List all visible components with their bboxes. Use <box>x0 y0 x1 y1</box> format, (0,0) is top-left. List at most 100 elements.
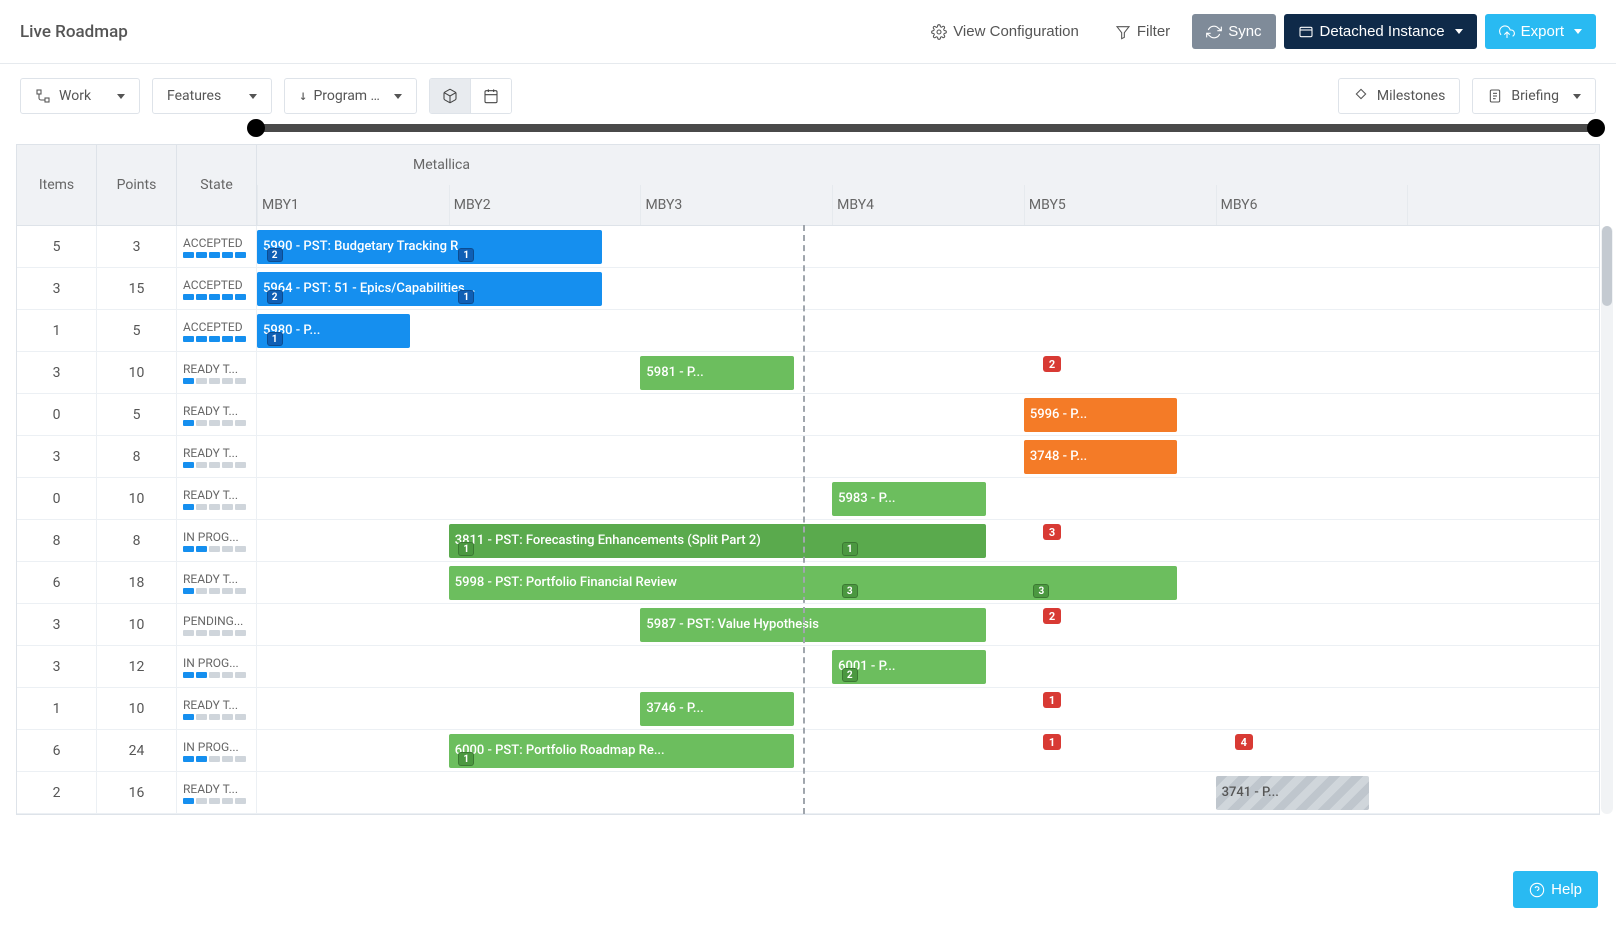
roadmap-bar[interactable]: 6000 - PST: Portfolio Roadmap Re...1 <box>449 734 794 768</box>
cell-points: 10 <box>97 604 177 645</box>
roadmap-bar[interactable]: 5981 - P... <box>640 356 793 390</box>
column-header-points: Points <box>97 145 176 225</box>
row-timeline: 3811 - PST: Forecasting Enhancements (Sp… <box>257 520 1599 561</box>
state-label: READY T... <box>183 404 250 418</box>
cloud-upload-icon <box>1499 24 1515 40</box>
view-mode-toggle[interactable] <box>429 78 512 114</box>
dependency-badge[interactable]: 4 <box>1235 734 1253 750</box>
page-title: Live Roadmap <box>20 22 128 42</box>
scrollbar-thumb[interactable] <box>1602 226 1612 306</box>
cell-state: READY T... <box>177 772 257 813</box>
cell-state: READY T... <box>177 394 257 435</box>
progress-segments <box>183 588 246 594</box>
sync-button[interactable]: Sync <box>1192 14 1275 49</box>
column-header-items: Items <box>17 145 96 225</box>
clipboard-icon <box>1487 88 1503 104</box>
progress-segments <box>183 294 246 300</box>
roadmap-bar[interactable]: 5990 - PST: Budgetary Tracking R...21 <box>257 230 602 264</box>
milestone-icon <box>1353 88 1369 104</box>
timeline-range-slider[interactable] <box>256 124 1596 132</box>
roadmap-bar[interactable]: 3811 - PST: Forecasting Enhancements (Sp… <box>449 524 986 558</box>
calendar-icon <box>483 88 499 104</box>
cell-points: 8 <box>97 436 177 477</box>
cell-items: 6 <box>17 730 97 771</box>
table-row: 53ACCEPTED5990 - PST: Budgetary Tracking… <box>17 226 1599 268</box>
row-timeline: 5996 - P... <box>257 394 1599 435</box>
cell-state: READY T... <box>177 688 257 729</box>
progress-segments <box>183 714 246 720</box>
cell-items: 1 <box>17 688 97 729</box>
work-dropdown[interactable]: Work <box>20 78 140 114</box>
help-button[interactable]: Help <box>1513 871 1598 908</box>
state-label: IN PROG... <box>183 530 250 544</box>
chevron-down-icon <box>1455 29 1463 34</box>
sprint-header: MBY2 <box>449 185 641 225</box>
funnel-icon <box>1115 24 1131 40</box>
progress-segments <box>183 336 246 342</box>
milestones-dropdown[interactable]: Milestones <box>1338 78 1461 114</box>
cell-items: 3 <box>17 352 97 393</box>
briefing-dropdown[interactable]: Briefing <box>1472 78 1596 114</box>
state-label: ACCEPTED <box>183 278 250 292</box>
bar-badge: 2 <box>842 668 858 682</box>
table-row: 624IN PROG...6000 - PST: Portfolio Roadm… <box>17 730 1599 772</box>
chevron-down-icon <box>249 94 257 99</box>
table-row: 05READY T...5996 - P... <box>17 394 1599 436</box>
state-label: READY T... <box>183 362 250 376</box>
state-label: IN PROG... <box>183 740 250 754</box>
state-label: PENDING... <box>183 614 250 628</box>
table-row: 315ACCEPTED5964 - PST: 51 - Epics/Capabi… <box>17 268 1599 310</box>
bar-badge: 1 <box>458 752 474 766</box>
roadmap-bar[interactable]: 5998 - PST: Portfolio Financial Review33 <box>449 566 1178 600</box>
detached-instance-button[interactable]: Detached Instance <box>1284 14 1477 49</box>
cell-state: ACCEPTED <box>177 226 257 267</box>
row-timeline: 5987 - PST: Value Hypothesis 2 <box>257 604 1599 645</box>
features-dropdown[interactable]: Features <box>152 78 272 114</box>
row-timeline: 6001 - P...2 <box>257 646 1599 687</box>
dependency-badge[interactable]: 2 <box>1043 608 1061 624</box>
cell-points: 8 <box>97 520 177 561</box>
roadmap-bar[interactable]: 5964 - PST: 51 - Epics/Capabilities...21 <box>257 272 602 306</box>
calendar-view-toggle[interactable] <box>470 79 511 113</box>
row-timeline: 5964 - PST: 51 - Epics/Capabilities...21 <box>257 268 1599 309</box>
table-row: 15ACCEPTED5980 - P...1 <box>17 310 1599 352</box>
roadmap-bar[interactable]: 5980 - P...1 <box>257 314 410 348</box>
sprint-header: MBY3 <box>640 185 832 225</box>
state-label: READY T... <box>183 488 250 502</box>
roadmap-bar[interactable]: 3746 - P... <box>640 692 793 726</box>
dependency-badge[interactable]: 3 <box>1043 524 1061 540</box>
view-configuration-button[interactable]: View Configuration <box>917 14 1093 49</box>
dependency-badge[interactable]: 1 <box>1043 734 1061 750</box>
cell-points: 3 <box>97 226 177 267</box>
roadmap-bar[interactable]: 3748 - P... <box>1024 440 1177 474</box>
vertical-scrollbar[interactable] <box>1601 226 1613 814</box>
roadmap-bar[interactable]: 5996 - P... <box>1024 398 1177 432</box>
box-view-toggle[interactable] <box>430 79 470 113</box>
cell-items: 0 <box>17 478 97 519</box>
cell-points: 16 <box>97 772 177 813</box>
roadmap-bar[interactable]: 3741 - P... <box>1216 776 1369 810</box>
dependency-badge[interactable]: 2 <box>1043 356 1061 372</box>
export-button[interactable]: Export <box>1485 14 1596 49</box>
table-row: 216READY T...3741 - P... <box>17 772 1599 814</box>
cell-items: 3 <box>17 436 97 477</box>
slider-handle-right[interactable] <box>1587 119 1605 137</box>
roadmap-bar[interactable]: 5983 - P... <box>832 482 985 516</box>
hierarchy-icon <box>35 88 51 104</box>
program-dropdown[interactable]: ↓ Program … <box>284 78 417 114</box>
cell-points: 10 <box>97 478 177 519</box>
progress-segments <box>183 462 246 468</box>
bar-badge: 1 <box>267 332 283 346</box>
progress-segments <box>183 630 246 636</box>
filter-button[interactable]: Filter <box>1101 14 1184 49</box>
progress-segments <box>183 672 246 678</box>
roadmap-bar[interactable]: 5987 - PST: Value Hypothesis <box>640 608 985 642</box>
dependency-badge[interactable]: 1 <box>1043 692 1061 708</box>
row-timeline: 3746 - P... 1 <box>257 688 1599 729</box>
cell-state: READY T... <box>177 352 257 393</box>
package-icon <box>442 88 458 104</box>
slider-handle-left[interactable] <box>247 119 265 137</box>
cell-items: 0 <box>17 394 97 435</box>
roadmap-bar[interactable]: 6001 - P...2 <box>832 650 985 684</box>
sprint-header <box>1407 185 1599 225</box>
